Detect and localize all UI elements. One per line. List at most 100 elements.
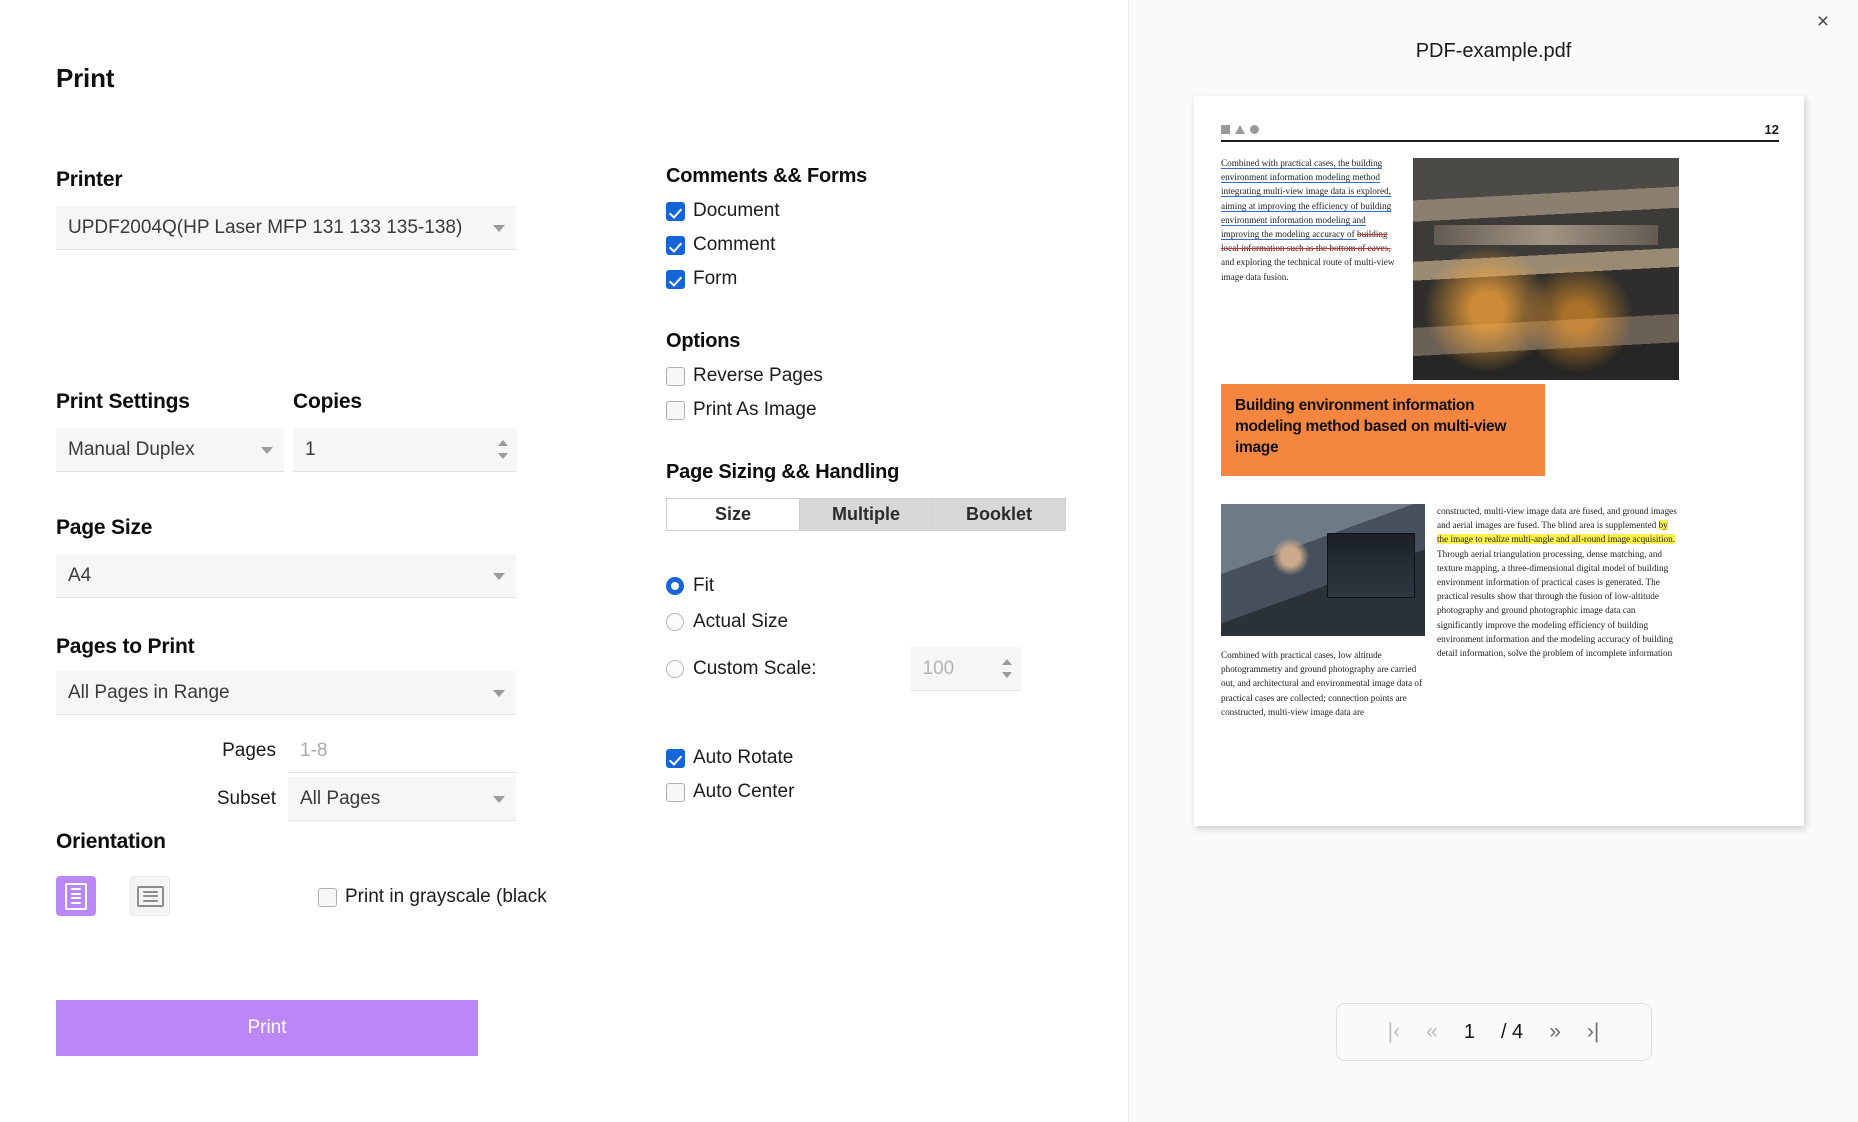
pages-to-print-group: Pages to Print All Pages in Range Pages … bbox=[56, 635, 516, 821]
pdf-paragraph-tail: and exploring the technical route of mul… bbox=[1221, 257, 1395, 282]
chevron-up-icon[interactable] bbox=[498, 440, 508, 446]
tab-booklet[interactable]: Booklet bbox=[933, 499, 1065, 530]
comment-label: Comment bbox=[693, 234, 776, 255]
circle-icon bbox=[1250, 125, 1259, 134]
checkbox-row-auto-center[interactable]: Auto Center bbox=[666, 781, 1086, 803]
print-as-image-checkbox[interactable] bbox=[666, 400, 685, 420]
header-rule bbox=[1221, 140, 1779, 142]
orientation-portrait-button[interactable] bbox=[56, 876, 96, 916]
radio-row-actual-size[interactable]: Actual Size bbox=[666, 611, 1086, 633]
printer-select[interactable]: UPDF2004Q(HP Laser MFP 131 133 135-138) bbox=[56, 206, 516, 250]
print-button[interactable]: Print bbox=[56, 1000, 478, 1056]
actual-size-label: Actual Size bbox=[693, 611, 789, 632]
checkbox-row-comment[interactable]: Comment bbox=[666, 234, 1086, 256]
chevron-down-icon[interactable] bbox=[498, 453, 508, 459]
print-settings-select[interactable]: Manual Duplex bbox=[56, 428, 284, 472]
landscape-page-icon bbox=[136, 885, 164, 907]
custom-scale-radio[interactable] bbox=[666, 660, 684, 678]
copies-value: 1 bbox=[305, 438, 316, 460]
pdf-page-header: 12 bbox=[1221, 122, 1779, 137]
checkbox-row-document[interactable]: Document bbox=[666, 200, 1086, 222]
checkbox-row-reverse-pages[interactable]: Reverse Pages bbox=[666, 365, 1086, 387]
page-navigation-toolbar: |‹ « 1 / 4 » ›| bbox=[1335, 1003, 1652, 1061]
pdf-page-body: Combined with practical cases, the build… bbox=[1221, 156, 1779, 808]
print-settings-value: Manual Duplex bbox=[68, 438, 195, 460]
orientation-label: Orientation bbox=[56, 830, 166, 853]
pdf-title-banner: Building environment information modelin… bbox=[1221, 384, 1545, 476]
orientation-group: Orientation Print in grayscale (black bbox=[56, 830, 604, 916]
pages-range-label: Pages bbox=[222, 740, 276, 761]
custom-scale-label: Custom Scale: bbox=[693, 658, 817, 679]
page-size-select[interactable]: A4 bbox=[56, 554, 516, 598]
custom-scale-stepper[interactable]: 100 bbox=[910, 647, 1021, 691]
custom-scale-value: 100 bbox=[922, 657, 955, 679]
auto-center-checkbox[interactable] bbox=[666, 782, 685, 802]
pages-range-input[interactable]: 1-8 bbox=[288, 729, 516, 773]
pdf-photo-architecture bbox=[1413, 158, 1679, 380]
preview-panel: × PDF-example.pdf 12 Combined with pract… bbox=[1128, 0, 1858, 1122]
chevron-down-icon bbox=[261, 446, 273, 454]
reverse-pages-checkbox[interactable] bbox=[666, 366, 685, 386]
copies-group: Copies 1 bbox=[293, 390, 517, 472]
settings-left-column: Printer UPDF2004Q(HP Laser MFP 131 133 1… bbox=[56, 168, 604, 916]
tab-multiple[interactable]: Multiple bbox=[800, 499, 933, 530]
checkbox-row-print-as-image[interactable]: Print As Image bbox=[666, 399, 1086, 421]
actual-size-radio[interactable] bbox=[666, 613, 684, 631]
pdf-photo-workstation bbox=[1221, 504, 1425, 636]
tab-size[interactable]: Size bbox=[667, 499, 800, 530]
grayscale-checkbox[interactable] bbox=[318, 887, 337, 907]
radio-row-fit[interactable]: Fit bbox=[666, 575, 1086, 597]
pdf-paragraph-rest: Through aerial triangulation processing,… bbox=[1437, 548, 1673, 659]
next-page-button[interactable]: » bbox=[1549, 1020, 1561, 1044]
subset-row: Subset All Pages bbox=[56, 777, 516, 821]
form-checkbox[interactable] bbox=[666, 269, 685, 289]
pdf-page-preview[interactable]: 12 Combined with practical cases, the bu… bbox=[1194, 96, 1804, 826]
comment-checkbox[interactable] bbox=[666, 235, 685, 255]
copies-stepper[interactable]: 1 bbox=[293, 428, 517, 472]
previous-page-button[interactable]: « bbox=[1426, 1020, 1438, 1044]
stepper-arrows[interactable] bbox=[498, 428, 508, 471]
orientation-landscape-button[interactable] bbox=[130, 876, 170, 916]
current-page-input[interactable]: 1 bbox=[1464, 1021, 1475, 1044]
close-icon[interactable]: × bbox=[1810, 9, 1836, 35]
printer-value: UPDF2004Q(HP Laser MFP 131 133 135-138) bbox=[68, 216, 463, 238]
orientation-options bbox=[56, 876, 170, 916]
grayscale-checkbox-row[interactable]: Print in grayscale (black bbox=[318, 886, 547, 908]
fit-radio[interactable] bbox=[666, 577, 684, 595]
form-label: Form bbox=[693, 268, 738, 289]
subset-value: All Pages bbox=[300, 787, 381, 809]
checkbox-row-form[interactable]: Form bbox=[666, 268, 1086, 290]
scale-radio-group: Fit Actual Size Custom Scale: 100 bbox=[666, 575, 1086, 691]
auto-center-label: Auto Center bbox=[693, 781, 795, 802]
auto-rotate-checkbox[interactable] bbox=[666, 748, 685, 768]
page-size-label: Page Size bbox=[56, 516, 153, 539]
printer-label: Printer bbox=[56, 168, 123, 191]
pages-to-print-select[interactable]: All Pages in Range bbox=[56, 671, 516, 715]
pdf-paragraph-lead: constructed, multi-view image data are f… bbox=[1437, 506, 1677, 531]
page-size-group: Page Size A4 bbox=[56, 516, 516, 598]
square-icon bbox=[1221, 125, 1230, 134]
pages-range-row: Pages 1-8 bbox=[56, 729, 516, 773]
settings-right-column: Comments && Forms Document Comment Form … bbox=[666, 165, 1086, 803]
radio-row-custom-scale[interactable]: Custom Scale: 100 bbox=[666, 647, 1086, 691]
subset-select[interactable]: All Pages bbox=[288, 777, 516, 821]
pdf-paragraph-bottom-left: Combined with practical cases, low altit… bbox=[1221, 650, 1423, 717]
document-checkbox[interactable] bbox=[666, 201, 685, 221]
comments-forms-list: Document Comment Form bbox=[666, 200, 1086, 290]
chevron-up-icon[interactable] bbox=[1001, 659, 1012, 665]
comments-forms-title: Comments && Forms bbox=[666, 165, 868, 187]
copies-label: Copies bbox=[293, 390, 362, 413]
subset-label: Subset bbox=[216, 788, 276, 809]
checkbox-row-auto-rotate[interactable]: Auto Rotate bbox=[666, 747, 1086, 769]
first-page-button[interactable]: |‹ bbox=[1388, 1020, 1400, 1044]
pages-to-print-label: Pages to Print bbox=[56, 635, 195, 658]
options-title: Options bbox=[666, 330, 741, 352]
last-page-button[interactable]: ›| bbox=[1587, 1020, 1599, 1044]
chevron-down-icon bbox=[493, 572, 505, 580]
page-sizing-extra-options: Auto Rotate Auto Center bbox=[666, 747, 1086, 803]
page-size-value: A4 bbox=[68, 564, 92, 586]
stepper-arrows[interactable] bbox=[1001, 647, 1012, 690]
chevron-down-icon[interactable] bbox=[1001, 672, 1012, 678]
print-settings-group: Print Settings Manual Duplex bbox=[56, 390, 284, 472]
header-glyphs bbox=[1221, 125, 1259, 134]
